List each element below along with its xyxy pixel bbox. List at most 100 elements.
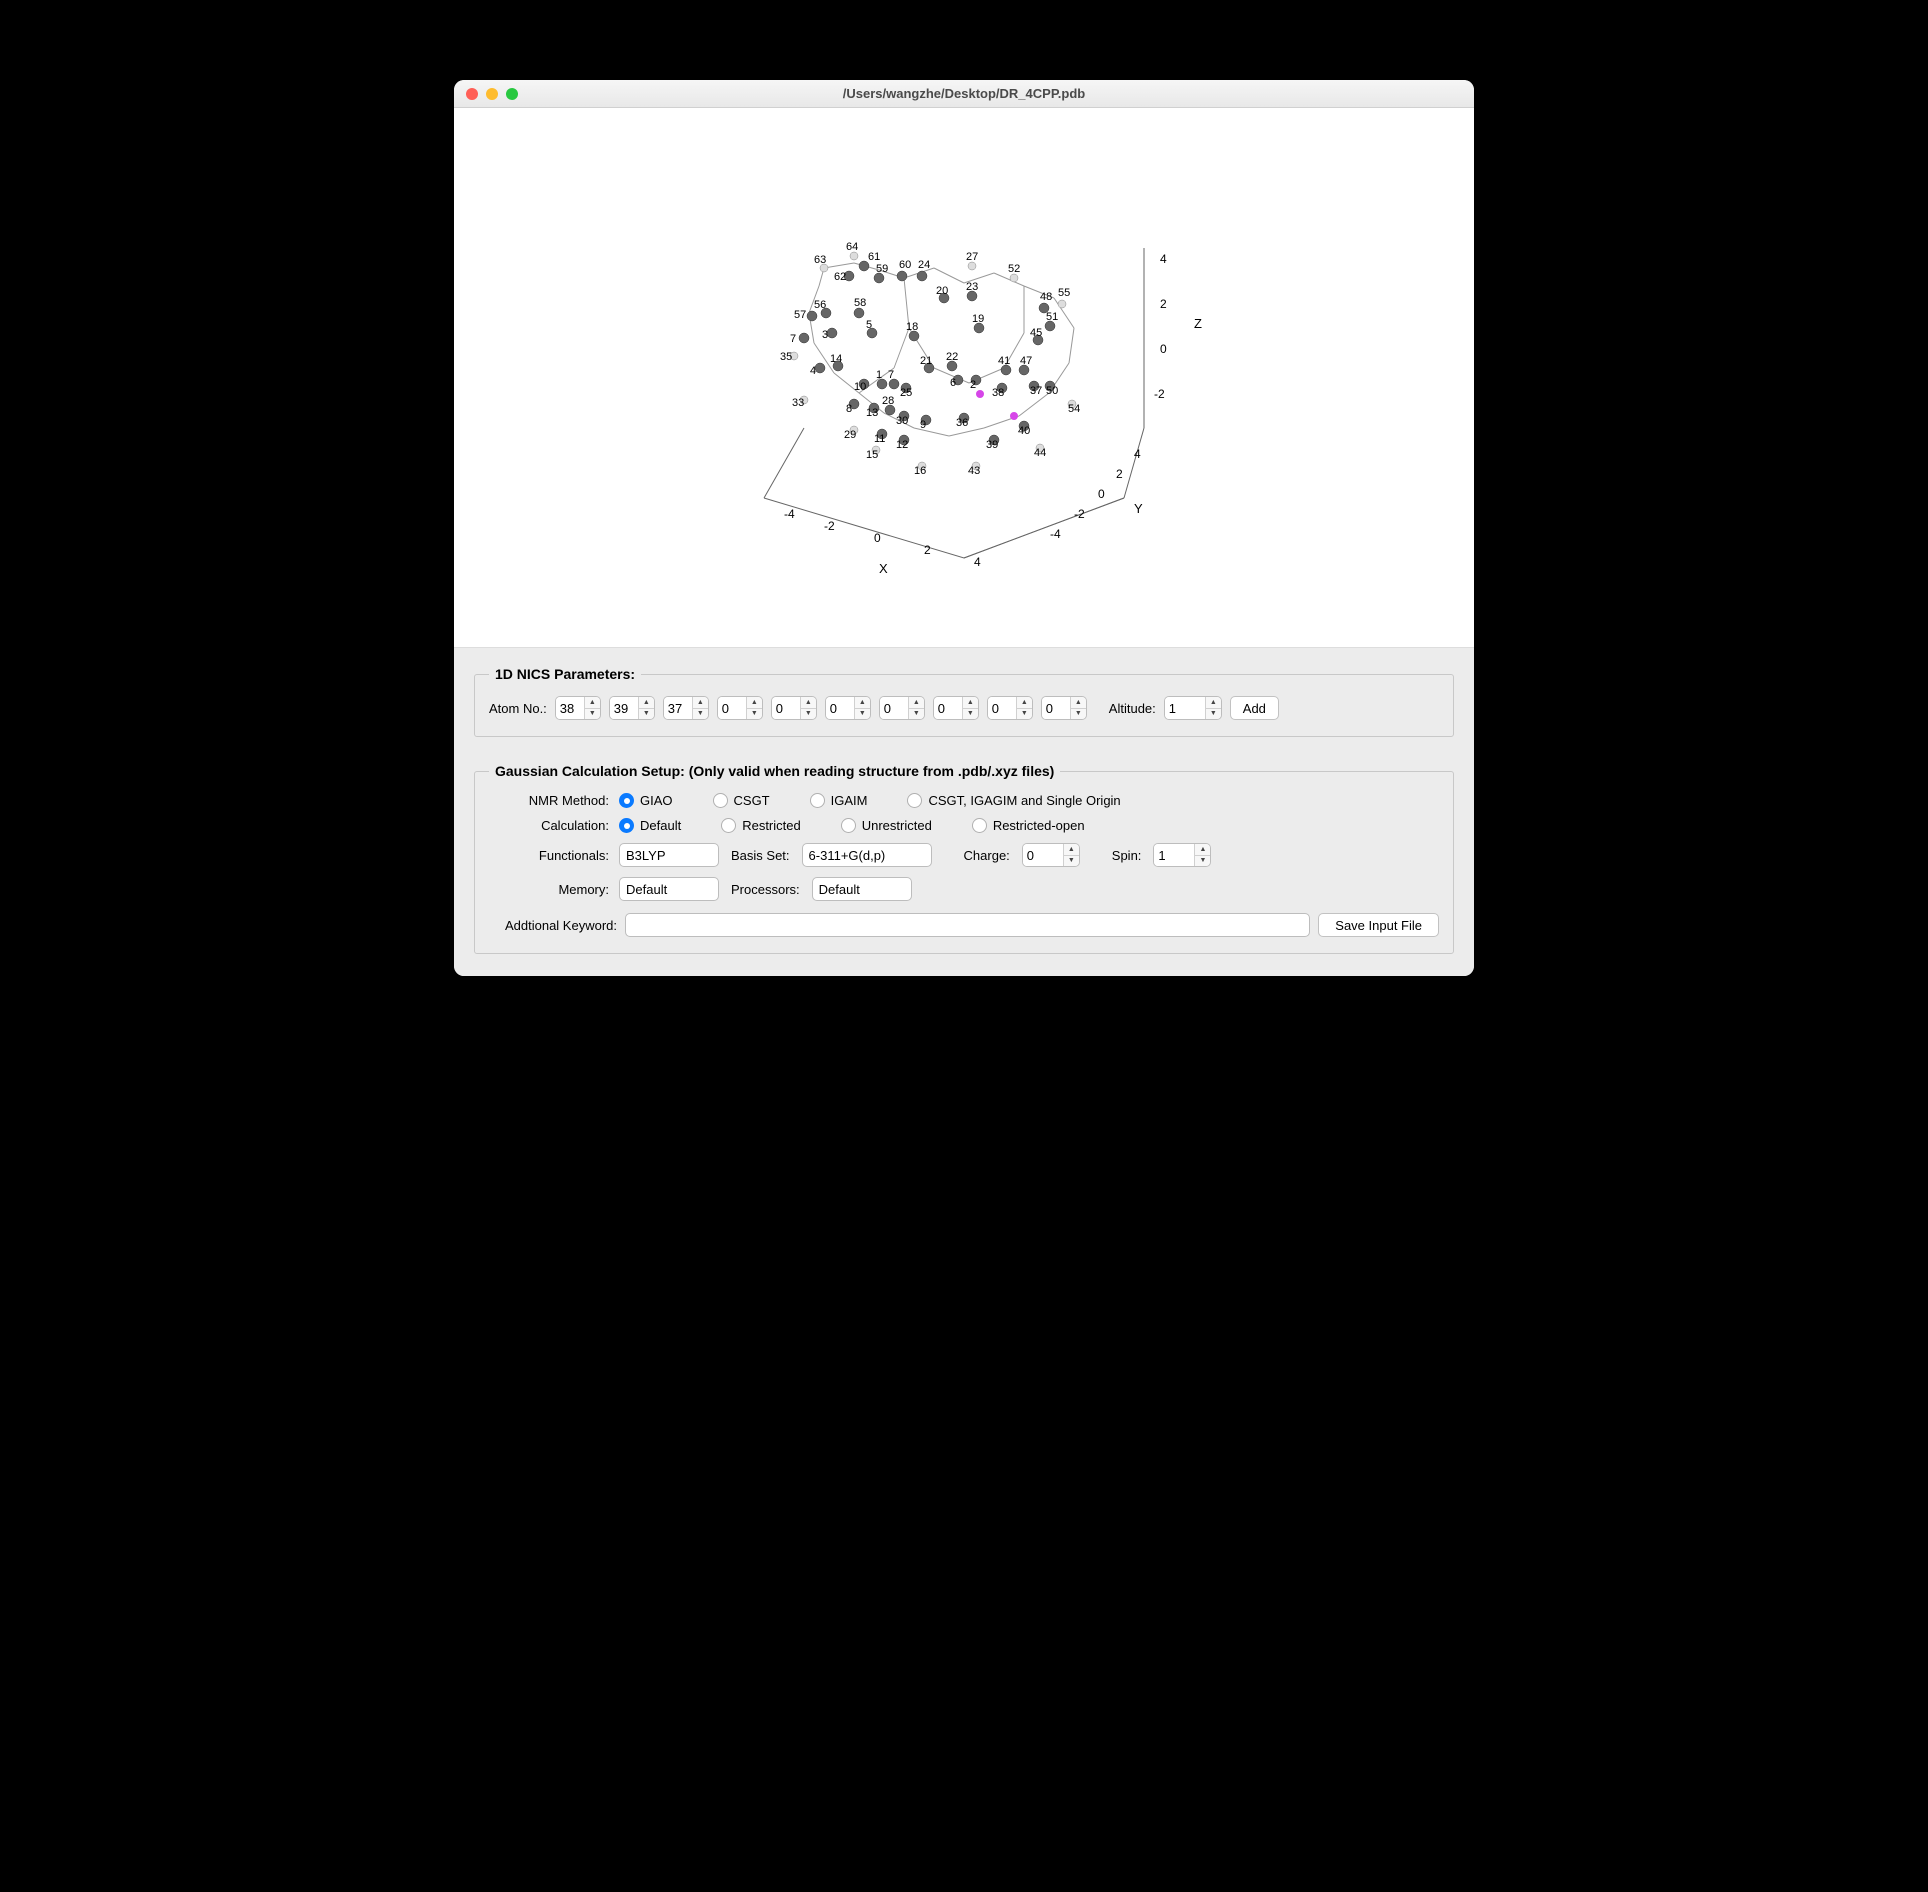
atom-no-input[interactable] (934, 697, 962, 719)
atom-no-spin[interactable]: ▲▼ (609, 696, 655, 720)
molecule-3d-plot[interactable]: 4 2 0 -2 Z 4 2 0 -2 -4 Y -4 -2 0 2 4 X (704, 168, 1224, 588)
controls-panel: 1D NICS Parameters: Atom No.: ▲▼▲▼▲▼▲▼▲▼… (454, 648, 1474, 976)
svg-text:54: 54 (1068, 403, 1080, 415)
spin-label: Spin: (1112, 848, 1142, 863)
chevron-up-icon[interactable]: ▲ (1017, 697, 1032, 709)
atom-no-spin[interactable]: ▲▼ (771, 696, 817, 720)
calc-radio[interactable]: Restricted (721, 818, 801, 833)
spin-spin[interactable]: ▲▼ (1153, 843, 1211, 867)
chevron-down-icon[interactable]: ▼ (1195, 856, 1210, 867)
spin-stepper[interactable]: ▲▼ (1194, 844, 1210, 866)
atom-no-spin[interactable]: ▲▼ (987, 696, 1033, 720)
atom-stepper[interactable]: ▲▼ (584, 697, 600, 719)
add-button[interactable]: Add (1230, 696, 1279, 720)
save-input-file-button[interactable]: Save Input File (1318, 913, 1439, 937)
chevron-up-icon[interactable]: ▲ (801, 697, 816, 709)
altitude-input[interactable] (1165, 697, 1205, 719)
atom-no-input[interactable] (826, 697, 854, 719)
atom-stepper[interactable]: ▲▼ (1070, 697, 1086, 719)
atom-no-input[interactable] (718, 697, 746, 719)
chevron-up-icon[interactable]: ▲ (1064, 844, 1079, 856)
calc-radio[interactable]: Default (619, 818, 681, 833)
chevron-down-icon[interactable]: ▼ (1206, 709, 1221, 720)
atom-no-input[interactable] (772, 697, 800, 719)
nmr-radio[interactable]: CSGT, IGAGIM and Single Origin (907, 793, 1120, 808)
chevron-down-icon[interactable]: ▼ (963, 709, 978, 720)
atom-no-spin[interactable]: ▲▼ (1041, 696, 1087, 720)
atom-stepper[interactable]: ▲▼ (638, 697, 654, 719)
calc-radio[interactable]: Unrestricted (841, 818, 932, 833)
atom-no-input[interactable] (610, 697, 638, 719)
atom-stepper[interactable]: ▲▼ (1016, 697, 1032, 719)
atom-stepper[interactable]: ▲▼ (854, 697, 870, 719)
svg-text:47: 47 (1020, 355, 1032, 367)
chevron-up-icon[interactable]: ▲ (963, 697, 978, 709)
atom-no-input[interactable] (880, 697, 908, 719)
chevron-down-icon[interactable]: ▼ (639, 709, 654, 720)
chevron-down-icon[interactable]: ▼ (747, 709, 762, 720)
chevron-up-icon[interactable]: ▲ (585, 697, 600, 709)
basis-set-input[interactable] (802, 843, 932, 867)
svg-text:3: 3 (822, 329, 828, 341)
chevron-down-icon[interactable]: ▼ (801, 709, 816, 720)
svg-text:13: 13 (866, 407, 878, 419)
chevron-down-icon[interactable]: ▼ (855, 709, 870, 720)
atom-stepper[interactable]: ▲▼ (962, 697, 978, 719)
svg-text:45: 45 (1030, 327, 1042, 339)
chevron-down-icon[interactable]: ▼ (909, 709, 924, 720)
altitude-spin[interactable]: ▲▼ (1164, 696, 1222, 720)
altitude-stepper[interactable]: ▲▼ (1205, 697, 1221, 719)
close-icon[interactable] (466, 88, 478, 100)
chevron-down-icon[interactable]: ▼ (693, 709, 708, 720)
chevron-up-icon[interactable]: ▲ (909, 697, 924, 709)
atom-no-spin[interactable]: ▲▼ (825, 696, 871, 720)
svg-text:4: 4 (810, 365, 816, 377)
atom-stepper[interactable]: ▲▼ (746, 697, 762, 719)
atom-stepper[interactable]: ▲▼ (908, 697, 924, 719)
chevron-down-icon[interactable]: ▼ (585, 709, 600, 720)
atom-no-spin[interactable]: ▲▼ (555, 696, 601, 720)
chevron-up-icon[interactable]: ▲ (693, 697, 708, 709)
atom-stepper[interactable]: ▲▼ (692, 697, 708, 719)
minimize-icon[interactable] (486, 88, 498, 100)
chevron-up-icon[interactable]: ▲ (1195, 844, 1210, 856)
additional-keyword-input[interactable] (625, 913, 1310, 937)
nmr-radio[interactable]: GIAO (619, 793, 673, 808)
atom-stepper[interactable]: ▲▼ (800, 697, 816, 719)
atom-no-input[interactable] (1042, 697, 1070, 719)
functionals-input[interactable] (619, 843, 719, 867)
charge-spin[interactable]: ▲▼ (1022, 843, 1080, 867)
atom-no-input[interactable] (556, 697, 584, 719)
spin-input[interactable] (1154, 844, 1194, 866)
atom-no-input[interactable] (988, 697, 1016, 719)
atom-no-spin[interactable]: ▲▼ (663, 696, 709, 720)
charge-stepper[interactable]: ▲▼ (1063, 844, 1079, 866)
radio-icon (619, 793, 634, 808)
processors-input[interactable] (812, 877, 912, 901)
atom-no-spin[interactable]: ▲▼ (933, 696, 979, 720)
chevron-up-icon[interactable]: ▲ (747, 697, 762, 709)
memory-input[interactable] (619, 877, 719, 901)
chevron-up-icon[interactable]: ▲ (1071, 697, 1086, 709)
plot-area[interactable]: 4 2 0 -2 Z 4 2 0 -2 -4 Y -4 -2 0 2 4 X (454, 108, 1474, 648)
chevron-up-icon[interactable]: ▲ (639, 697, 654, 709)
chevron-down-icon[interactable]: ▼ (1071, 709, 1086, 720)
atom-no-spin[interactable]: ▲▼ (717, 696, 763, 720)
tick-y-0: 0 (1098, 487, 1105, 501)
charge-input[interactable] (1023, 844, 1063, 866)
calc-radio[interactable]: Restricted-open (972, 818, 1085, 833)
nmr-radio[interactable]: CSGT (713, 793, 770, 808)
svg-text:18: 18 (906, 321, 918, 333)
zoom-icon[interactable] (506, 88, 518, 100)
chevron-up-icon[interactable]: ▲ (855, 697, 870, 709)
nmr-radio-group: GIAO CSGT IGAIM CSGT, IGAGIM and Single Ori… (619, 793, 1439, 808)
chevron-down-icon[interactable]: ▼ (1017, 709, 1032, 720)
nmr-radio[interactable]: IGAIM (810, 793, 868, 808)
radio-label: Unrestricted (862, 818, 932, 833)
window-controls (466, 88, 518, 100)
atom-no-input[interactable] (664, 697, 692, 719)
chevron-down-icon[interactable]: ▼ (1064, 856, 1079, 867)
atom-no-spin[interactable]: ▲▼ (879, 696, 925, 720)
tick-z-0: 0 (1160, 342, 1167, 356)
chevron-up-icon[interactable]: ▲ (1206, 697, 1221, 709)
